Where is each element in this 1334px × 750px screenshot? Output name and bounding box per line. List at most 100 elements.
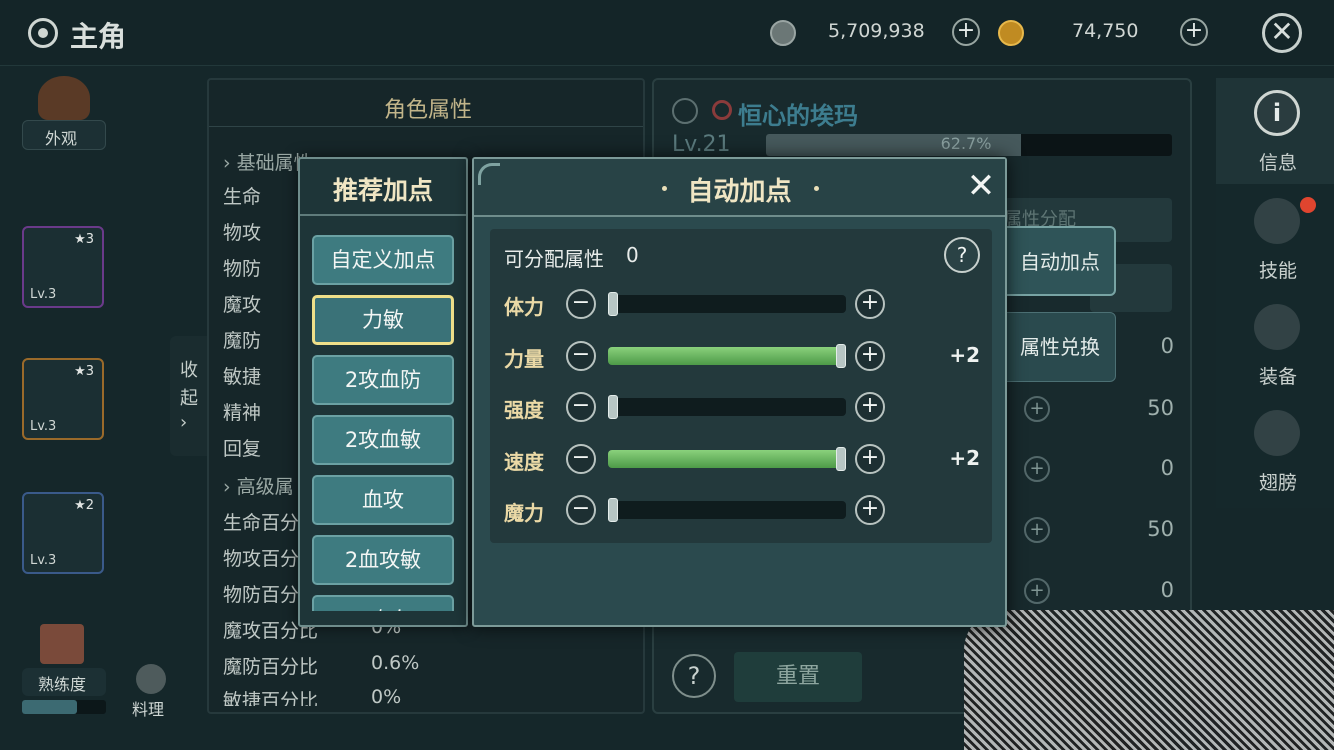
- side-nav: i 信息 技能 装备 翅膀: [1216, 78, 1334, 508]
- close-screen-button[interactable]: ✕: [1262, 13, 1302, 53]
- appearance-button[interactable]: 外观: [22, 120, 106, 150]
- title-ornament: [814, 186, 819, 191]
- increase-button[interactable]: +: [855, 392, 885, 422]
- increase-button[interactable]: +: [855, 341, 885, 371]
- slider-handle[interactable]: [836, 344, 846, 368]
- preset-2atk-hp[interactable]: 2攻血: [312, 595, 454, 611]
- equip-slot-weapon[interactable]: ★3 Lv.3: [22, 358, 104, 440]
- decrease-button[interactable]: −: [566, 341, 596, 371]
- preset-2atk-hp-def[interactable]: 2攻血防: [312, 355, 454, 405]
- attr-value: 0%: [371, 686, 402, 706]
- star-badge: ★2: [74, 498, 94, 513]
- collapse-char-2: 起: [180, 388, 198, 409]
- increase-button[interactable]: +: [855, 444, 885, 474]
- auto-allocate-button[interactable]: 自动加点: [1004, 226, 1116, 296]
- alloc-value: 0: [1160, 578, 1174, 602]
- reset-button[interactable]: 重置: [734, 652, 862, 702]
- allocation-box: 可分配属性 0 ? 体力 − + 力量 − + +2 强度 − + 速度 − +…: [490, 229, 992, 543]
- attr-name: 物攻: [223, 222, 262, 244]
- attr-value: 0.6%: [371, 652, 420, 674]
- available-points-label: 可分配属性: [504, 247, 604, 271]
- auto-allocate-dialog: 自动加点 ✕ 可分配属性 0 ? 体力 − + 力量 − + +2 强度 − +…: [472, 157, 1007, 627]
- slider-fill: [608, 450, 846, 468]
- star-badge: ★3: [74, 232, 94, 247]
- attr-name: 魔防: [223, 330, 262, 352]
- nav-skills[interactable]: 技能: [1216, 186, 1334, 292]
- slider-handle[interactable]: [608, 395, 618, 419]
- gold-amount: 74,750: [1072, 20, 1139, 42]
- edit-name-icon[interactable]: [672, 98, 698, 124]
- stat-slider[interactable]: [608, 347, 846, 365]
- stat-slider[interactable]: [608, 501, 846, 519]
- stat-row-toughness: 强度 − +: [490, 390, 992, 426]
- slider-handle[interactable]: [608, 498, 618, 522]
- stat-name: 体力: [504, 295, 544, 319]
- alloc-value: 0: [1160, 456, 1174, 480]
- advanced-attributes-header[interactable]: › 高级属: [223, 472, 294, 499]
- stat-row-strength: 力量 − + +2: [490, 339, 992, 375]
- add-gold-button[interactable]: +: [1180, 18, 1208, 46]
- equip-slot-accessory[interactable]: ★3 Lv.3: [22, 226, 104, 308]
- add-silver-button[interactable]: +: [952, 18, 980, 46]
- alloc-plus-button[interactable]: +: [1024, 396, 1050, 422]
- nav-info[interactable]: i 信息: [1216, 78, 1334, 184]
- increase-button[interactable]: +: [855, 495, 885, 525]
- character-icon: [28, 18, 58, 48]
- alloc-plus-button[interactable]: +: [1024, 517, 1050, 543]
- collapse-tab[interactable]: 收 起 ›: [170, 336, 210, 456]
- proficiency-label: 熟练度: [38, 675, 87, 694]
- medal-icon: [712, 100, 732, 120]
- exp-bar: 62.7%: [766, 134, 1172, 156]
- alloc-plus-button[interactable]: +: [1024, 456, 1050, 482]
- stat-name: 魔力: [504, 501, 544, 525]
- stat-slider[interactable]: [608, 295, 846, 313]
- stat-name: 力量: [504, 347, 544, 371]
- recommend-list[interactable]: 自定义加点 力敏 2攻血防 2攻血敏 血攻 2血攻敏 2攻血: [300, 221, 466, 611]
- nav-equipment[interactable]: 装备: [1216, 292, 1334, 398]
- attribute-exchange-button[interactable]: 属性兑换: [1004, 312, 1116, 382]
- alloc-plus-button[interactable]: +: [1024, 578, 1050, 604]
- page-title: 主角: [70, 20, 127, 53]
- decrease-button[interactable]: −: [566, 289, 596, 319]
- stat-row-stamina: 体力 − +: [490, 287, 992, 323]
- slot-level: Lv.3: [30, 287, 57, 302]
- proficiency-button[interactable]: 熟练度: [22, 668, 106, 696]
- armor-icon: [1254, 304, 1300, 350]
- cooking-icon[interactable]: [136, 664, 166, 694]
- stat-slider[interactable]: [608, 398, 846, 416]
- nav-wings-label: 翅膀: [1258, 472, 1297, 494]
- appearance-label: 外观: [45, 129, 78, 148]
- attr-name: 敏捷百分比: [223, 690, 319, 706]
- preset-custom[interactable]: 自定义加点: [312, 235, 454, 285]
- recommend-panel: 推荐加点 自定义加点 力敏 2攻血防 2攻血敏 血攻 2血攻敏 2攻血: [298, 157, 468, 627]
- preset-2hp-atk-agi[interactable]: 2血攻敏: [312, 535, 454, 585]
- notification-dot: [1300, 197, 1316, 213]
- nav-info-label: 信息: [1258, 152, 1297, 174]
- nav-wings[interactable]: 翅膀: [1216, 398, 1334, 504]
- scroll-icon: [40, 624, 84, 664]
- preset-2atk-hp-agi[interactable]: 2攻血敏: [312, 415, 454, 465]
- stat-row-magic: 魔力 − +: [490, 493, 992, 529]
- close-icon[interactable]: ✕: [964, 169, 998, 203]
- slider-handle[interactable]: [608, 292, 618, 316]
- skill-icon: [1254, 198, 1300, 244]
- chevron-right-icon: ›: [180, 412, 188, 433]
- attr-name: 回复: [223, 438, 262, 460]
- decrease-button[interactable]: −: [566, 444, 596, 474]
- decrease-button[interactable]: −: [566, 392, 596, 422]
- preset-hp-atk[interactable]: 血攻: [312, 475, 454, 525]
- proficiency-fill: [22, 700, 78, 714]
- equip-slot-helmet[interactable]: ★2 Lv.3: [22, 492, 104, 574]
- preset-str-agi[interactable]: 力敏: [312, 295, 454, 345]
- star-badge: ★3: [74, 364, 94, 379]
- decrease-button[interactable]: −: [566, 495, 596, 525]
- available-points-value: 0: [626, 243, 639, 267]
- slot-level: Lv.3: [30, 553, 57, 568]
- attr-name: 敏捷: [223, 366, 262, 388]
- slider-handle[interactable]: [836, 447, 846, 471]
- increase-button[interactable]: +: [855, 289, 885, 319]
- help-button[interactable]: ?: [944, 237, 980, 273]
- hero-help-button[interactable]: ?: [672, 654, 716, 698]
- stat-slider[interactable]: [608, 450, 846, 468]
- dialog-title: 自动加点: [687, 177, 792, 207]
